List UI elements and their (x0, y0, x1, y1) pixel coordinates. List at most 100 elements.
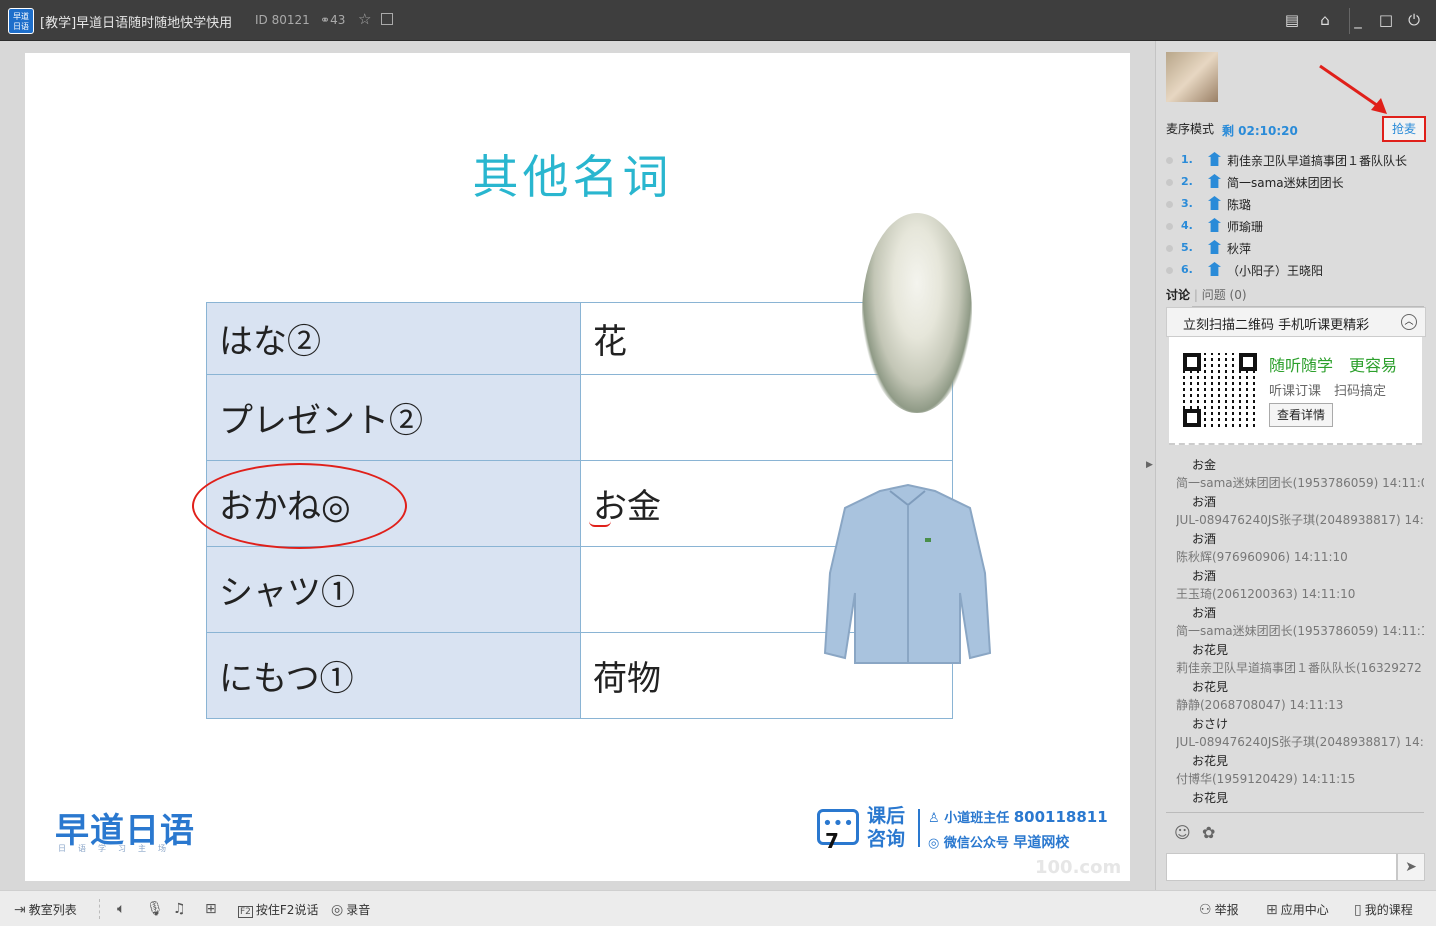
record-label: 录音 (346, 903, 371, 917)
push-to-talk-button[interactable]: F2 按住F2说话 (238, 901, 318, 918)
annotation-ellipse (192, 463, 407, 549)
qr-finder (1183, 353, 1201, 371)
queue-number: 6. (1181, 263, 1193, 276)
classroom-list-button[interactable]: ⇥ 教室列表 (14, 901, 77, 918)
record-icon: ◎ (331, 902, 344, 918)
gift-flower-icon[interactable]: ✿ (1202, 823, 1215, 842)
tab-questions[interactable]: 问题 (0) (1202, 288, 1247, 302)
annotation-underline (589, 521, 611, 527)
f2-key-icon: F2 (238, 906, 253, 918)
app-center-button[interactable]: ⊞ 应用中心 (1266, 901, 1329, 918)
chat-meta: 简一sama迷妹团团长(1953786059) 14:11:0 (1176, 476, 1424, 490)
annotation-arrow-icon (1319, 64, 1387, 114)
send-icon[interactable]: ➤ (1397, 853, 1425, 881)
queue-name: 师瑜珊 (1227, 220, 1264, 234)
settings-sliders-icon[interactable]: ⊞ (205, 901, 220, 917)
queue-item[interactable]: 2. 简一sama迷妹团团长 (1166, 172, 1431, 194)
kana-cell: にもつ① (206, 632, 581, 719)
contact-value: 早道网校 (1013, 835, 1070, 851)
promo-body: 随听随学 更容易 听课订课 扫码搞定 查看详情 (1169, 337, 1422, 445)
bottom-toolbar: ⇥ 教室列表 🔈︎ 🎙︎ ♫ ⊞ F2 按住F2说话 ◎ 录音 ⚇ 举报 ⊞ 应用中心 ▯… (0, 890, 1436, 926)
queue-name: 简一sama迷妹团团长 (1227, 176, 1344, 190)
queue-number: 1. (1181, 153, 1193, 166)
favorite-star-icon[interactable]: ☆ (358, 10, 371, 28)
side-panel: 麦序模式 剩 02:10:20 抢麦 1. 莉佳亲卫队早道搞事团１番队队长 2.… (1155, 41, 1436, 890)
view-details-button[interactable]: 查看详情 (1269, 403, 1333, 427)
kana-cell: シャツ① (206, 546, 581, 633)
chat-text: お花見 (1192, 754, 1229, 768)
microphone-icon[interactable]: 🎙︎ (146, 901, 167, 917)
speaker-icon[interactable]: 🔈︎ (117, 901, 128, 917)
queue-item[interactable]: 6. （小阳子）王晓阳 (1166, 260, 1431, 282)
slide-area: 其他名词 はな② 花 プレゼント② おかね◎ お金 シャツ① にもつ① 荷物 早… (0, 41, 1155, 890)
chat-meta: 王玉琦(2061200363) 14:11:10 (1176, 587, 1356, 601)
queue-name: 陈璐 (1227, 198, 1252, 212)
table-row: はな② 花 (206, 302, 953, 375)
contact-label: 小道班主任 (944, 811, 1010, 826)
chat-meta: 莉佳亲卫队早道搞事团１番队队长(16329272 (1176, 661, 1422, 675)
queue-item[interactable]: 1. 莉佳亲卫队早道搞事团１番队队长 (1166, 150, 1431, 172)
promo-subtext: 听课订课 扫码搞定 (1269, 384, 1387, 399)
report-button[interactable]: ⚇ 举报 (1199, 901, 1239, 918)
notes-icon[interactable]: ▤ (1282, 10, 1302, 30)
chat-text: お金 (1192, 458, 1217, 472)
queue-number: 4. (1181, 219, 1193, 232)
user-rank-icon (1208, 174, 1221, 188)
my-courses-label: 我的课程 (1364, 903, 1413, 917)
record-button[interactable]: ◎ 录音 (331, 901, 370, 918)
chat-message: お酒 王玉琦(2061200363) 14:11:10 (1176, 567, 1424, 604)
shirt-image (823, 483, 992, 664)
report-label: 举报 (1214, 903, 1239, 917)
grid-icon: ⊞ (1266, 902, 1278, 918)
power-close-button[interactable]: ⏻ (1404, 10, 1424, 30)
chat-meta: 静静(2068708047) 14:11:13 (1176, 698, 1344, 712)
chat-message: お花見 静静(2068708047) 14:11:13 (1176, 678, 1424, 715)
qr-code-image (1183, 353, 1257, 427)
qr-finder (1239, 353, 1257, 371)
app-center-label: 应用中心 (1280, 903, 1329, 917)
user-count-value: 43 (330, 13, 346, 27)
queue-item[interactable]: 4. 师瑜珊 (1166, 216, 1431, 238)
emoji-icon[interactable]: ☺ (1174, 823, 1191, 842)
window-title: [教学]早道日语随时随地快学快用 (40, 16, 233, 31)
user-count: ⚭43 (320, 13, 345, 27)
queue-name: 莉佳亲卫队早道搞事团１番队队长 (1227, 154, 1408, 168)
chat-text: お酒 (1192, 569, 1217, 583)
maximize-button[interactable]: □ (1376, 10, 1396, 30)
collapse-up-icon[interactable]: ︿ (1401, 314, 1417, 330)
status-dot (1166, 245, 1173, 252)
chat-log[interactable]: お金 简一sama迷妹团团长(1953786059) 14:11:0 お酒 JU… (1176, 456, 1424, 812)
status-dot (1166, 201, 1173, 208)
chat-text: お酒 (1192, 532, 1217, 546)
toolbar-divider (99, 899, 100, 919)
title-bar: 早道 日语 [教学]早道日语随时随地快学快用 ID 80121 ⚭43 ☆ ▤ ⌂… (0, 0, 1436, 41)
consult-divider (918, 809, 920, 847)
wechat-icon: ◎ (928, 836, 940, 851)
chat-message: お酒 陈秋辉(976960906) 14:11:10 (1176, 530, 1424, 567)
tab-discussion[interactable]: 讨论 (1166, 288, 1190, 302)
chat-meta: 付博华(1959120429) 14:11:15 (1176, 772, 1356, 786)
mic-mode-label: 麦序模式 (1166, 122, 1215, 136)
queue-item[interactable]: 3. 陈璐 (1166, 194, 1431, 216)
share-icon[interactable] (381, 13, 393, 25)
user-rank-icon (1208, 218, 1221, 232)
brand-subtitle: 日语学习主场 (58, 844, 178, 853)
app-logo: 早道 日语 (8, 8, 34, 34)
contact-value: 800118811 (1013, 808, 1108, 826)
chat-text: お花見 (1192, 680, 1229, 694)
queue-item[interactable]: 5. 秋萍 (1166, 238, 1431, 260)
my-courses-button[interactable]: ▯ 我的课程 (1354, 901, 1413, 918)
message-input[interactable] (1166, 853, 1397, 881)
chat-message: お花見 付博华(1959120429) 14:11:15 (1176, 752, 1424, 789)
slide-title: 其他名词 (472, 150, 673, 204)
status-dot (1166, 267, 1173, 274)
music-icon[interactable]: ♫ (173, 901, 189, 917)
home-icon[interactable]: ⌂ (1315, 10, 1335, 30)
teacher-avatar (1166, 52, 1218, 102)
status-dot (1166, 179, 1173, 186)
minimize-button[interactable]: _ (1348, 10, 1368, 30)
room-id: ID 80121 (255, 13, 310, 27)
collapse-panel-arrow-icon[interactable]: ▶ (1146, 460, 1153, 470)
chat-divider (1166, 812, 1424, 813)
consult-label: 课后 咨询 (867, 805, 905, 851)
